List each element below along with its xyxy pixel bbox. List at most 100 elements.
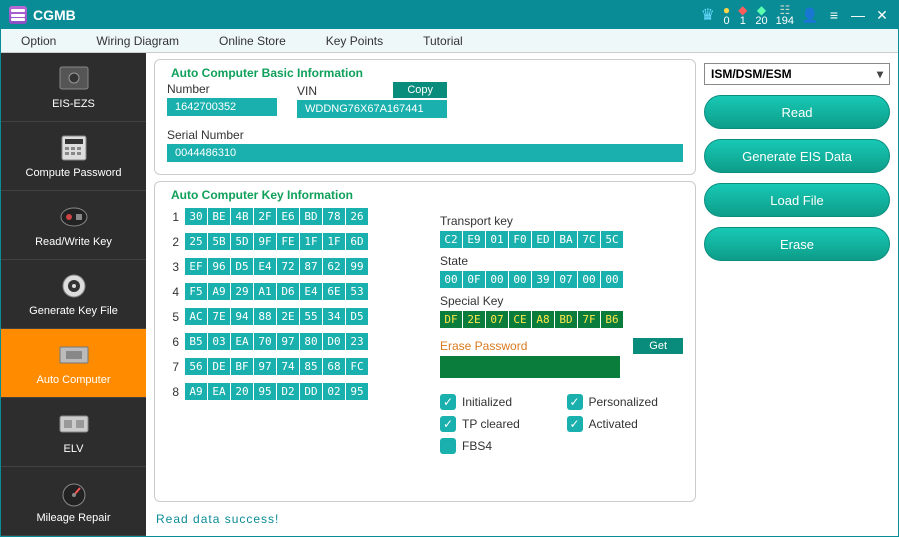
check-initialized: ✓Initialized bbox=[440, 394, 557, 410]
sidebar-item-label: EIS-EZS bbox=[52, 98, 95, 110]
check-icon: ✓ bbox=[440, 394, 456, 410]
sidebar-item-label: Auto Computer bbox=[37, 374, 111, 386]
crown-icon[interactable]: ♛ bbox=[701, 5, 715, 25]
key-index: 2 bbox=[167, 235, 179, 249]
gauge-icon bbox=[54, 478, 94, 508]
key-index: 6 bbox=[167, 335, 179, 349]
key-index: 3 bbox=[167, 260, 179, 274]
key-bytes: 255B5D9FFE1F1F6D bbox=[185, 233, 368, 250]
minimize-icon[interactable]: — bbox=[850, 7, 866, 23]
panel-title: Auto Computer Key Information bbox=[167, 188, 357, 202]
check-tp-cleared: ✓TP cleared bbox=[440, 416, 557, 432]
counter-1: ◆1 bbox=[738, 4, 747, 27]
get-button[interactable]: Get bbox=[633, 338, 683, 354]
menu-wiring-diagram[interactable]: Wiring Diagram bbox=[96, 34, 179, 48]
number-value: 1642700352 bbox=[167, 98, 277, 116]
safe-icon bbox=[54, 64, 94, 94]
key-fob-icon bbox=[54, 202, 94, 232]
key-info-panel: Auto Computer Key Information 1 30BE4B2FE… bbox=[154, 181, 696, 502]
state-label: State bbox=[440, 254, 683, 268]
erase-password-label: Erase Password bbox=[440, 339, 527, 353]
erase-password-value bbox=[440, 356, 620, 378]
counter-0: ●0 bbox=[723, 4, 730, 27]
menu-option[interactable]: Option bbox=[21, 34, 56, 48]
serial-label: Serial Number bbox=[167, 128, 683, 142]
key-index: 5 bbox=[167, 310, 179, 324]
key-index: 4 bbox=[167, 285, 179, 299]
key-bytes: A9EA2095D2DD0295 bbox=[185, 383, 368, 400]
module-icon bbox=[54, 409, 94, 439]
load-file-button[interactable]: Load File bbox=[704, 183, 890, 217]
key-row: 1 30BE4B2FE6BD7826 bbox=[167, 208, 410, 225]
menu-key-points[interactable]: Key Points bbox=[326, 34, 383, 48]
key-bytes: EF96D5E472876299 bbox=[185, 258, 368, 275]
key-row: 7 56DEBF97748568FC bbox=[167, 358, 410, 375]
state-value: 000F000039070000 bbox=[440, 271, 683, 288]
sidebar-item-compute-password[interactable]: Compute Password bbox=[1, 122, 146, 190]
key-bytes: F5A929A1D6E46E53 bbox=[185, 283, 368, 300]
copy-button[interactable]: Copy bbox=[393, 82, 447, 98]
transport-key-label: Transport key bbox=[440, 214, 683, 228]
sidebar-item-label: Mileage Repair bbox=[37, 512, 111, 524]
check-icon bbox=[440, 438, 456, 454]
menu-online-store[interactable]: Online Store bbox=[219, 34, 286, 48]
key-row: 3 EF96D5E472876299 bbox=[167, 258, 410, 275]
calculator-icon bbox=[54, 133, 94, 163]
key-bytes: AC7E94882E5534D5 bbox=[185, 308, 368, 325]
menubar: Option Wiring Diagram Online Store Key P… bbox=[1, 29, 898, 53]
key-index: 8 bbox=[167, 385, 179, 399]
sidebar-item-label: Read/Write Key bbox=[35, 236, 112, 248]
sidebar-item-elv[interactable]: ELV bbox=[1, 398, 146, 466]
special-key-label: Special Key bbox=[440, 294, 683, 308]
sidebar: EIS-EZS Compute Password Read/Write Key … bbox=[1, 53, 146, 536]
check-icon: ✓ bbox=[440, 416, 456, 432]
erase-button[interactable]: Erase bbox=[704, 227, 890, 261]
generate-eis-data-button[interactable]: Generate EIS Data bbox=[704, 139, 890, 173]
app-logo bbox=[9, 6, 27, 24]
close-icon[interactable]: ✕ bbox=[874, 7, 890, 23]
sidebar-item-read-write-key[interactable]: Read/Write Key bbox=[1, 191, 146, 259]
vin-label: VIN bbox=[297, 84, 317, 98]
read-button[interactable]: Read bbox=[704, 95, 890, 129]
sidebar-item-eis-ezs[interactable]: EIS-EZS bbox=[1, 53, 146, 121]
counter-2: ◆20 bbox=[755, 4, 767, 27]
ecu-icon bbox=[54, 340, 94, 370]
sidebar-item-label: Generate Key File bbox=[29, 305, 118, 317]
key-row: 4 F5A929A1D6E46E53 bbox=[167, 283, 410, 300]
serial-value: 0044486310 bbox=[167, 144, 683, 162]
disc-icon bbox=[54, 271, 94, 301]
status-message: Read data success! bbox=[154, 508, 696, 530]
right-panel: ISM/DSM/ESM Read Generate EIS Data Load … bbox=[704, 59, 890, 530]
key-bytes: 30BE4B2FE6BD7826 bbox=[185, 208, 368, 225]
key-bytes: B503EA709780D023 bbox=[185, 333, 368, 350]
device-type-dropdown[interactable]: ISM/DSM/ESM bbox=[704, 63, 890, 85]
check-personalized: ✓Personalized bbox=[567, 394, 684, 410]
sidebar-item-label: Compute Password bbox=[26, 167, 122, 179]
check-icon: ✓ bbox=[567, 416, 583, 432]
basic-info-panel: Auto Computer Basic Information Number 1… bbox=[154, 59, 696, 175]
sidebar-item-auto-computer[interactable]: Auto Computer bbox=[1, 329, 146, 397]
key-bytes: 56DEBF97748568FC bbox=[185, 358, 368, 375]
key-index: 1 bbox=[167, 210, 179, 224]
number-label: Number bbox=[167, 82, 277, 96]
transport-key-value: C2E901F0EDBA7C5C bbox=[440, 231, 683, 248]
menu-tutorial[interactable]: Tutorial bbox=[423, 34, 463, 48]
special-key-value: DF2E07CEA8BD7FB6 bbox=[440, 311, 683, 328]
check-activated: ✓Activated bbox=[567, 416, 684, 432]
menu-icon[interactable]: ≡ bbox=[826, 7, 842, 23]
app-title: CGMB bbox=[33, 7, 76, 23]
sidebar-item-generate-key-file[interactable]: Generate Key File bbox=[1, 260, 146, 328]
user-icon[interactable]: 👤 bbox=[802, 7, 818, 23]
sidebar-item-mileage-repair[interactable]: Mileage Repair bbox=[1, 467, 146, 535]
key-index: 7 bbox=[167, 360, 179, 374]
key-row: 2 255B5D9FFE1F1F6D bbox=[167, 233, 410, 250]
check-icon: ✓ bbox=[567, 394, 583, 410]
key-row: 5 AC7E94882E5534D5 bbox=[167, 308, 410, 325]
sidebar-item-label: ELV bbox=[64, 443, 84, 455]
check-fbs4: FBS4 bbox=[440, 438, 557, 454]
titlebar: CGMB ♛ ●0 ◆1 ◆20 ☷194 👤 ≡ — ✕ bbox=[1, 1, 898, 29]
key-row: 6 B503EA709780D023 bbox=[167, 333, 410, 350]
vin-value: WDDNG76X67A167441 bbox=[297, 100, 447, 118]
key-list: 1 30BE4B2FE6BD7826 2 255B5D9FFE1F1F6D 3 EF96D… bbox=[167, 208, 410, 454]
panel-title: Auto Computer Basic Information bbox=[167, 66, 367, 80]
